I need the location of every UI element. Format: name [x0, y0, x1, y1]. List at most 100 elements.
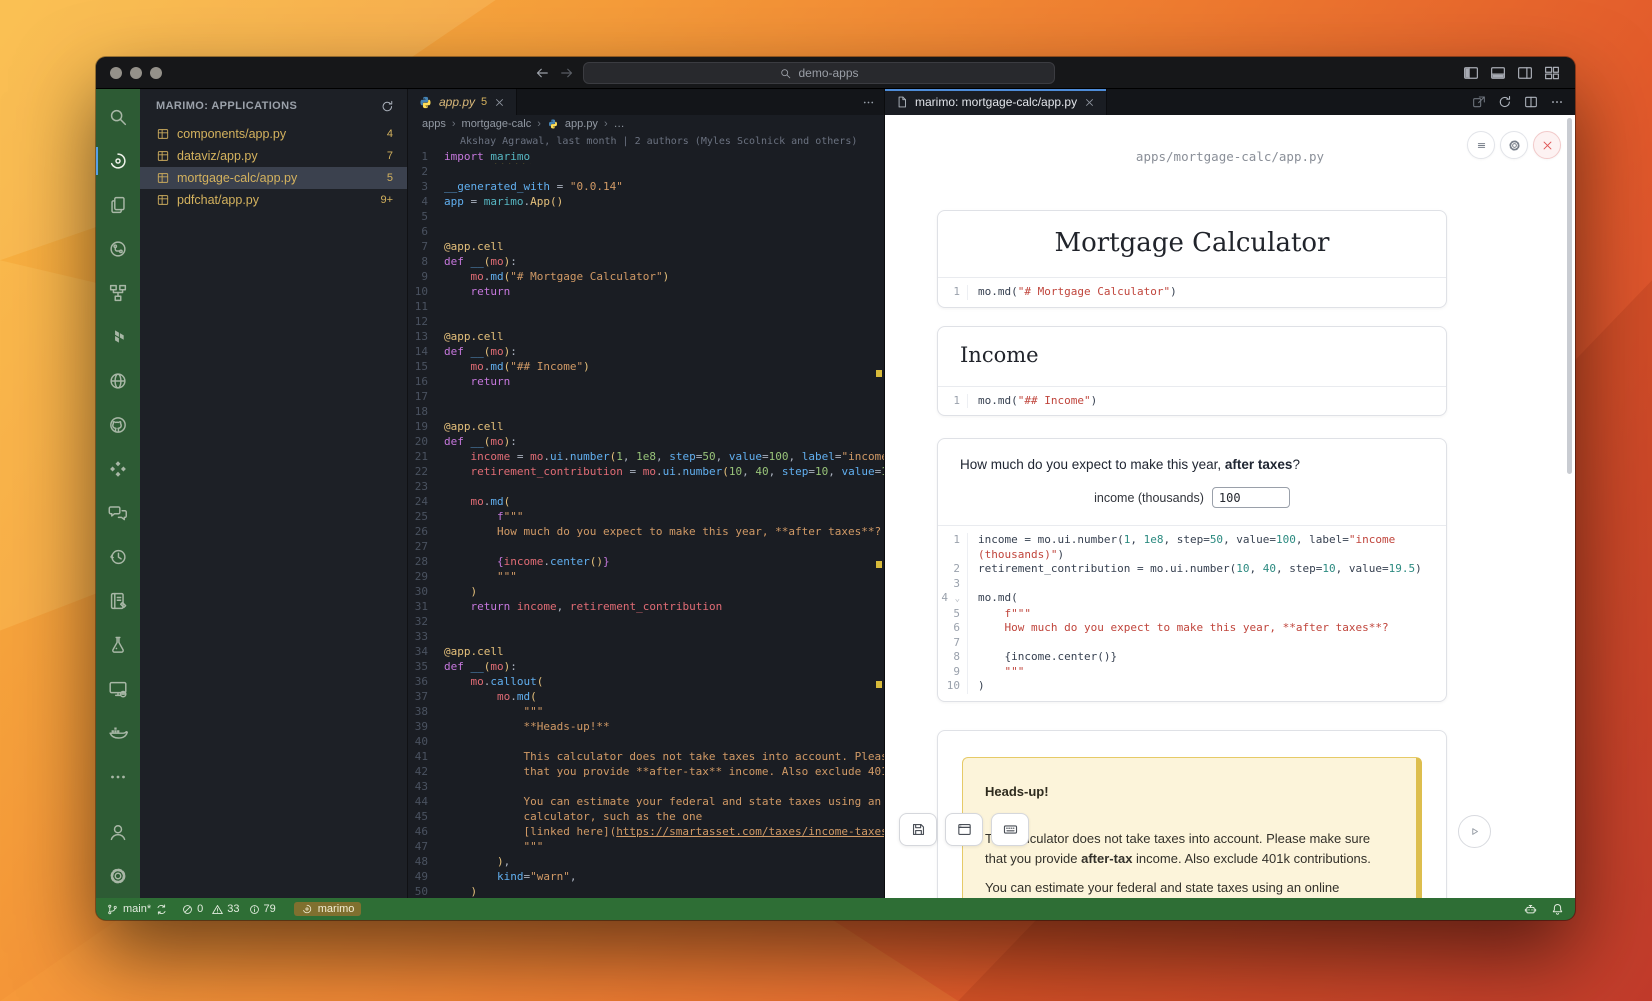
activity-item-settings[interactable] [96, 854, 140, 898]
editor-actions-more-icon[interactable] [861, 95, 876, 110]
code-line: 38 """ [408, 704, 884, 719]
activity-bar-spacer [96, 799, 140, 810]
activity-item-more[interactable] [96, 755, 140, 799]
code-line: 22 retirement_contribution = mo.ui.numbe… [408, 464, 884, 479]
refresh-icon[interactable] [380, 99, 395, 114]
git-blame-annotation[interactable]: Akshay Agrawal, last month | 2 authors (… [408, 134, 884, 149]
line-number: 7 [408, 239, 444, 254]
activity-item-search[interactable] [96, 95, 140, 139]
line-number: 41 [408, 749, 444, 764]
breadcrumb-item[interactable]: app.py [565, 118, 598, 130]
activity-item-account[interactable] [96, 810, 140, 854]
activity-item-testing[interactable] [96, 623, 140, 667]
cell-code[interactable]: 1mo.md("# Mortgage Calculator") [938, 277, 1446, 307]
more-actions-icon[interactable] [1549, 94, 1565, 110]
shortcuts-button[interactable] [991, 813, 1029, 846]
code-editor[interactable]: Akshay Agrawal, last month | 2 authors (… [408, 132, 884, 898]
activity-item-history[interactable] [96, 535, 140, 579]
webview-code-line: 5 f""" [938, 607, 1446, 622]
code-line: 7@app.cell [408, 239, 884, 254]
activity-item-hierarchy[interactable] [96, 271, 140, 315]
code-line: 11 [408, 299, 884, 314]
problems-status[interactable]: 0 33 79 [181, 903, 281, 916]
problem-count-badge: 9+ [380, 194, 393, 206]
run-cell-button[interactable] [1458, 815, 1491, 848]
editor-group: app.py 5 apps › mortgage-calc › app.py ›… [408, 89, 885, 898]
breadcrumb-item[interactable]: … [614, 118, 625, 130]
marimo-app-controls [1467, 131, 1561, 159]
activity-item-pages[interactable] [96, 183, 140, 227]
activity-item-github[interactable] [96, 403, 140, 447]
customize-layout-icon[interactable] [1543, 64, 1561, 82]
breadcrumb[interactable]: apps › mortgage-calc › app.py › … [408, 115, 884, 132]
activity-item-docker[interactable] [96, 711, 140, 755]
breadcrumb-item[interactable]: apps [422, 118, 446, 130]
activity-item-notebook[interactable] [96, 579, 140, 623]
nav-back-button[interactable] [533, 64, 551, 82]
toggle-secondary-sidebar-icon[interactable] [1516, 64, 1534, 82]
file-label: components/app.py [177, 127, 286, 141]
line-number: 9 [408, 269, 444, 284]
menu-button[interactable] [1467, 131, 1495, 159]
open-in-browser-button[interactable] [945, 813, 983, 846]
cell-code[interactable]: 1mo.md("## Income") [938, 386, 1446, 416]
sidebar-file-dataviz-app-py[interactable]: dataviz/app.py7 [140, 145, 407, 167]
reload-webview-icon[interactable] [1497, 94, 1513, 110]
code-line: 20def __(mo): [408, 434, 884, 449]
notifications-bell-icon[interactable] [1550, 902, 1565, 917]
breadcrumb-item[interactable]: mortgage-calc [462, 118, 532, 130]
marimo-app-preview: apps/mortgage-calc/app.py Mortgage Calcu… [885, 115, 1575, 898]
play-icon [1467, 824, 1482, 839]
sidebar-file-pdfchat-app-py[interactable]: pdfchat/app.py9+ [140, 189, 407, 211]
code-line: 27 [408, 539, 884, 554]
toggle-panel-icon[interactable] [1489, 64, 1507, 82]
close-window-button[interactable] [110, 67, 122, 79]
code-line: 24 mo.md( [408, 494, 884, 509]
webview-code-line: 10) [938, 679, 1446, 694]
line-number: 45 [408, 809, 444, 824]
git-branch-status[interactable]: main* [106, 903, 168, 916]
git-branch-icon [106, 903, 119, 916]
sidebar-file-components-app-py[interactable]: components/app.py4 [140, 123, 407, 145]
code-line: 42 that you provide **after-tax** income… [408, 764, 884, 779]
copilot-icon[interactable] [1523, 902, 1538, 917]
nav-forward-button[interactable] [558, 64, 576, 82]
open-external-icon[interactable] [1471, 94, 1487, 110]
run-circle-icon [107, 238, 129, 260]
activity-item-terraform[interactable] [96, 315, 140, 359]
code-line: 39 **Heads-up!** [408, 719, 884, 734]
close-tab-icon[interactable] [493, 96, 506, 109]
activity-item-run-circle[interactable] [96, 227, 140, 271]
minimize-window-button[interactable] [130, 67, 142, 79]
activity-item-marimo[interactable] [96, 139, 140, 183]
save-button[interactable] [899, 813, 937, 846]
titlebar[interactable]: demo-apps [96, 57, 1575, 89]
activity-item-diamonds[interactable] [96, 447, 140, 491]
webview-scrollbar[interactable] [1567, 118, 1572, 474]
line-number: 3 [938, 577, 968, 592]
line-number: 8 [938, 650, 968, 665]
app-settings-button[interactable] [1500, 131, 1528, 159]
shutdown-button[interactable] [1533, 131, 1561, 159]
code-line: 3__generated_with = "0.0.14" [408, 179, 884, 194]
marimo-status-chip[interactable]: marimo [294, 902, 362, 916]
sidebar-file-mortgage-calc-app-py[interactable]: mortgage-calc/app.py5 [140, 167, 407, 189]
income-number-input[interactable] [1212, 487, 1290, 508]
split-editor-icon[interactable] [1523, 94, 1539, 110]
cell-code[interactable]: 1income = mo.ui.number(1, 1e8, step=50, … [938, 525, 1446, 701]
line-number: 2 [408, 164, 444, 179]
close-tab-icon[interactable] [1083, 96, 1096, 109]
tab-marimo-webview[interactable]: marimo: mortgage-calc/app.py [885, 89, 1107, 115]
code-line: 2 [408, 164, 884, 179]
command-center-search[interactable]: demo-apps [583, 62, 1055, 84]
zoom-window-button[interactable] [150, 67, 162, 79]
activity-item-comments[interactable] [96, 491, 140, 535]
line-number: 9 [938, 665, 968, 680]
activity-item-globe[interactable] [96, 359, 140, 403]
activity-item-remote-display[interactable] [96, 667, 140, 711]
warning-count: 33 [227, 903, 239, 915]
toggle-sidebar-icon[interactable] [1462, 64, 1480, 82]
account-icon [107, 821, 129, 843]
line-number: 6 [938, 621, 968, 636]
tab-app-py[interactable]: app.py 5 [408, 89, 517, 115]
